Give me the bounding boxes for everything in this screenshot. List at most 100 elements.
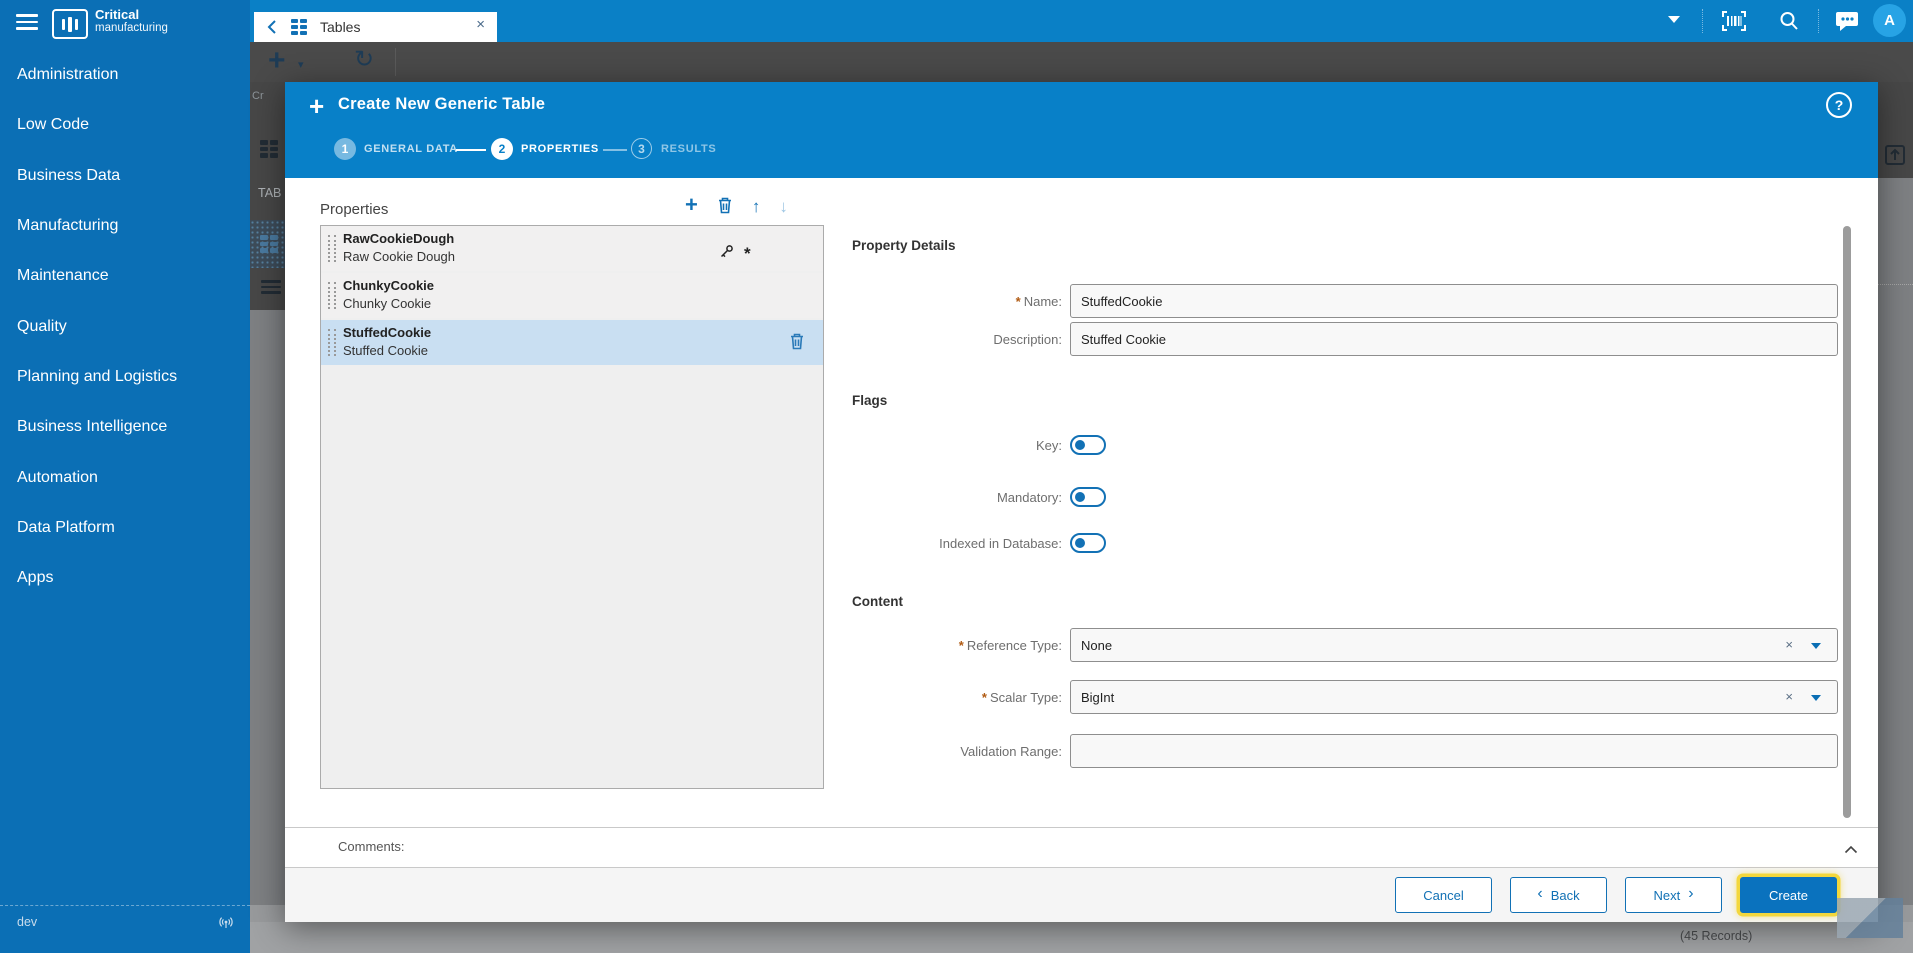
sidebar-item-planning-logistics[interactable]: Planning and Logistics — [0, 352, 250, 402]
description-label: Description: — [850, 332, 1062, 347]
clear-icon[interactable]: × — [1785, 637, 1793, 652]
tab-close-icon[interactable]: × — [476, 16, 485, 33]
step-2-circle[interactable]: 2 — [491, 138, 513, 160]
properties-toolbar: + ↑ ↓ — [685, 196, 815, 217]
create-button[interactable]: Create — [1740, 877, 1837, 913]
property-row-stuffedcookie[interactable]: StuffedCookie Stuffed Cookie — [321, 320, 823, 365]
step-2-label[interactable]: PROPERTIES — [521, 143, 599, 155]
dropdown-caret-icon[interactable] — [1811, 695, 1821, 701]
barcode-scan-icon[interactable] — [1720, 9, 1748, 38]
background-left-strip: Cr TAB — [250, 82, 285, 953]
collapse-comments-icon[interactable] — [1844, 841, 1858, 859]
clear-icon[interactable]: × — [1785, 689, 1793, 704]
tab-label: Tables — [320, 19, 360, 35]
chevron-left-icon: ‹ — [1537, 886, 1542, 902]
validation-range-label: Validation Range: — [850, 744, 1062, 759]
topbar: Tables × A — [250, 0, 1913, 42]
cancel-button[interactable]: Cancel — [1395, 877, 1492, 913]
sidebar-item-administration[interactable]: Administration — [0, 50, 250, 100]
name-field[interactable]: StuffedCookie — [1070, 284, 1838, 318]
tab-tables[interactable]: Tables × — [254, 12, 497, 42]
toolbar-divider — [395, 48, 396, 76]
move-up-icon[interactable]: ↑ — [752, 198, 761, 215]
move-down-icon[interactable]: ↓ — [779, 198, 788, 215]
properties-list: RawCookieDough Raw Cookie Dough * Chunky… — [320, 225, 824, 789]
comments-label: Comments: — [338, 839, 404, 854]
sidebar-item-apps[interactable]: Apps — [0, 553, 250, 603]
step-connector — [603, 149, 627, 151]
table-header-fragment: TAB — [258, 186, 281, 200]
validation-range-field[interactable] — [1070, 734, 1838, 768]
drag-handle-icon[interactable] — [328, 329, 336, 356]
background-toolbar-dimmed: + ▾ ↻ — [250, 42, 1913, 82]
property-description: Raw Cookie Dough — [343, 249, 455, 264]
required-icon: * — [959, 638, 964, 653]
step-1-label[interactable]: GENERAL DATA — [364, 143, 458, 155]
sidebar-item-manufacturing[interactable]: Manufacturing — [0, 201, 250, 251]
create-toolbar-icon: + — [268, 44, 286, 78]
reference-type-select[interactable]: None × — [1070, 628, 1838, 662]
property-name: StuffedCookie — [343, 325, 431, 340]
form-scrollbar[interactable] — [1843, 226, 1851, 818]
sidebar-item-business-data[interactable]: Business Data — [0, 151, 250, 201]
hamburger-menu-icon[interactable] — [16, 14, 38, 30]
sidebar-item-business-intelligence[interactable]: Business Intelligence — [0, 402, 250, 452]
records-count: (45 Records) — [1680, 929, 1752, 943]
topbar-divider — [1702, 9, 1703, 33]
brand-logo-icon[interactable] — [52, 9, 88, 39]
chat-icon[interactable] — [1834, 9, 1860, 38]
drag-handle-icon[interactable] — [328, 235, 336, 262]
back-button[interactable]: ‹Back — [1510, 877, 1607, 913]
help-icon[interactable]: ? — [1826, 92, 1852, 118]
indexed-toggle[interactable] — [1070, 533, 1106, 553]
sidebar-item-quality[interactable]: Quality — [0, 301, 250, 351]
table-grid-icon — [291, 19, 307, 35]
step-1-circle[interactable]: 1 — [334, 138, 356, 160]
step-3-circle: 3 — [631, 138, 652, 159]
dotted-border-fragment — [1878, 284, 1913, 285]
app-window: Critical manufacturing Administration Lo… — [0, 0, 1913, 953]
delete-property-icon[interactable] — [717, 196, 733, 217]
topbar-dropdown-icon[interactable] — [1668, 16, 1680, 23]
tab-back-icon[interactable] — [266, 19, 277, 35]
section-property-details: Property Details — [852, 238, 956, 253]
mandatory-label: Mandatory: — [850, 490, 1062, 505]
refresh-icon: ↻ — [354, 45, 374, 74]
section-content: Content — [852, 594, 903, 609]
indexed-label: Indexed in Database: — [850, 536, 1062, 551]
background-right-strip — [1878, 82, 1913, 953]
property-row-rawcookiedough[interactable]: RawCookieDough Raw Cookie Dough * — [321, 226, 823, 271]
add-property-icon[interactable]: + — [685, 194, 698, 216]
toolbar-label-fragment: Cr — [252, 90, 264, 102]
wizard-steps: 1 GENERAL DATA 2 PROPERTIES 3 RESULTS — [285, 138, 1878, 162]
sidebar-item-automation[interactable]: Automation — [0, 452, 250, 502]
property-description: Stuffed Cookie — [343, 343, 428, 358]
mandatory-toggle[interactable] — [1070, 487, 1106, 507]
dropdown-caret-icon[interactable] — [1811, 643, 1821, 649]
scalar-type-select[interactable]: BigInt × — [1070, 680, 1838, 714]
next-button[interactable]: Next› — [1625, 877, 1722, 913]
delete-row-icon[interactable] — [789, 332, 805, 355]
brand-text: Critical manufacturing — [95, 8, 168, 34]
create-generic-table-dialog: + Create New Generic Table ? 1 GENERAL D… — [285, 82, 1878, 922]
avatar[interactable]: A — [1873, 4, 1906, 37]
property-description: Chunky Cookie — [343, 296, 431, 311]
background-status-bar: (45 Records) — [250, 922, 1913, 953]
sidebar-item-maintenance[interactable]: Maintenance — [0, 251, 250, 301]
topbar-divider — [1818, 9, 1819, 33]
sidebar-item-low-code[interactable]: Low Code — [0, 100, 250, 150]
dialog-footer: Cancel ‹Back Next› Create — [285, 868, 1878, 922]
sidebar-item-data-platform[interactable]: Data Platform — [0, 503, 250, 553]
description-field[interactable]: Stuffed Cookie — [1070, 322, 1838, 356]
sidebar-header: Critical manufacturing — [0, 0, 250, 44]
drag-handle-icon[interactable] — [328, 282, 336, 309]
property-row-chunkycookie[interactable]: ChunkyCookie Chunky Cookie — [321, 273, 823, 318]
key-toggle[interactable] — [1070, 435, 1106, 455]
background-selected-row — [250, 220, 285, 268]
background-table-dimmed — [250, 310, 285, 905]
sidebar: Critical manufacturing Administration Lo… — [0, 0, 250, 953]
search-icon[interactable] — [1778, 10, 1800, 37]
name-label: *Name: — [850, 294, 1062, 309]
property-name: RawCookieDough — [343, 231, 454, 246]
property-name: ChunkyCookie — [343, 278, 434, 293]
